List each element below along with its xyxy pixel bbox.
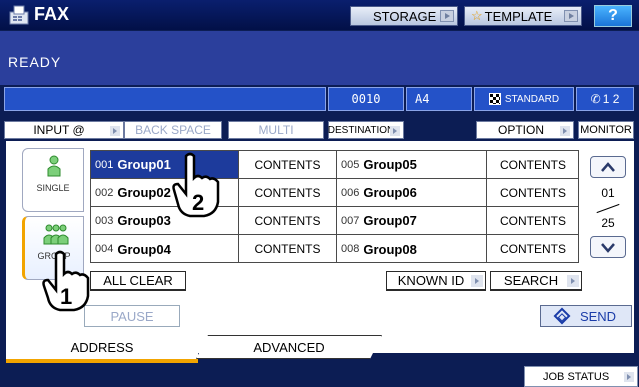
chevron-right-icon [471,275,483,287]
group-name: Group02 [117,185,171,200]
option-label: OPTION [497,123,544,137]
step-1-label: 1 [60,284,72,309]
fax-icon [9,5,29,25]
chevron-right-icon [564,10,578,22]
pointing-hand-icon: 1 [42,250,90,312]
status-area [0,31,639,85]
chevron-down-icon [601,243,615,253]
chevron-right-icon [390,126,400,136]
tab-single-label: SINGLE [36,183,70,193]
resolution-display: STANDARD [474,87,574,111]
tab-advanced[interactable]: ADVANCED [196,335,382,359]
group-name: Group07 [363,213,417,228]
table-row: 001 Group01 CONTENTS 005 Group05 CONTENT… [91,151,579,179]
contents-button[interactable]: CONTENTS [487,207,579,235]
search-button[interactable]: SEARCH [490,271,582,291]
group-list: 001 Group01 CONTENTS 005 Group05 CONTENT… [90,150,579,263]
person-icon [47,155,61,177]
scroll-down-button[interactable] [590,236,626,258]
pointing-hand-icon: 2 [172,152,220,218]
line-indicator: ✆ 1 2 [576,87,634,111]
destination-label: DESTINATION [327,124,395,136]
chevron-right-icon [110,126,120,136]
destination-display [4,87,326,111]
group-number: 006 [341,186,360,199]
chevron-right-icon [624,372,634,382]
pager: 01 25 [590,150,628,263]
input-label: INPUT @ [33,123,85,137]
contents-button[interactable]: CONTENTS [239,151,337,179]
group-name: Group05 [363,157,417,172]
table-row: 003 Group03 CONTENTS 007 Group07 CONTENT… [91,207,579,235]
chevron-up-icon [601,162,615,172]
page-divider [596,203,620,214]
destination-button[interactable]: DESTINATION [328,121,404,139]
option-button[interactable]: OPTION [476,121,574,139]
group-number: 008 [341,243,360,255]
star-icon: ☆ [471,8,483,23]
storage-label: STORAGE [373,8,437,24]
group-entry[interactable]: 007 Group07 [337,207,487,235]
search-label: SEARCH [503,273,559,288]
group-name: Group03 [117,213,171,228]
contents-button[interactable]: CONTENTS [239,179,337,207]
multi-button[interactable]: MULTI [228,121,324,139]
template-button[interactable]: ☆ TEMPLATE [464,6,582,26]
scroll-up-button[interactable] [590,156,626,178]
group-name: Group01 [117,157,171,172]
pause-button[interactable]: PAUSE [84,305,180,327]
group-name: Group04 [117,241,171,257]
chevron-right-icon [440,10,454,22]
group-entry[interactable]: 008 Group08 [337,235,487,263]
job-status-button[interactable]: JOB STATUS [524,366,638,387]
help-button[interactable]: ? [594,5,632,27]
line-numbers: 1 2 [602,92,620,106]
send-label: SEND [579,308,617,324]
group-number: 007 [341,214,360,227]
contents-button[interactable]: CONTENTS [487,151,579,179]
group-name: Group06 [363,185,417,200]
group-number: 001 [95,158,114,171]
group-number: 003 [95,214,114,227]
resolution-label: STANDARD [504,93,560,105]
chevron-right-icon [567,275,579,287]
status-text: READY [8,54,62,70]
step-2-label: 2 [192,190,204,215]
known-id-label: KNOWN ID [397,273,465,288]
monitor-button[interactable]: MONITOR [578,121,634,139]
contents-button[interactable]: CONTENTS [239,207,337,235]
group-entry[interactable]: 004 Group04 [91,235,239,263]
send-button[interactable]: SEND [540,305,632,327]
job-status-label: JOB STATUS [543,370,610,383]
group-icon [43,224,69,245]
current-page: 01 [601,186,615,200]
contents-button[interactable]: CONTENTS [487,235,579,263]
phone-line-icon: ✆ [590,92,601,106]
table-row: 004 Group04 CONTENTS 008 Group08 CONTENT… [91,235,578,263]
template-label: TEMPLATE [484,8,553,24]
known-id-button[interactable]: KNOWN ID [386,271,486,291]
group-entry[interactable]: 005 Group05 [337,151,487,179]
group-number: 002 [95,186,114,199]
send-icon [553,307,571,325]
tab-single[interactable]: SINGLE [22,148,84,212]
group-number: 004 [95,243,114,255]
table-row: 002 Group02 CONTENTS 006 Group06 CONTENT… [91,179,579,207]
all-clear-button[interactable]: ALL CLEAR [90,271,186,291]
storage-button[interactable]: STORAGE [350,6,458,26]
page-title: FAX [34,4,70,24]
back-space-button[interactable]: BACK SPACE [124,121,222,139]
group-number: 005 [341,158,360,171]
destination-count: 0010 [328,87,404,111]
resolution-icon [488,93,501,105]
group-entry[interactable]: 006 Group06 [337,179,487,207]
input-button[interactable]: INPUT @ [4,121,124,139]
paper-size: A4 [406,87,472,111]
total-pages: 25 [601,216,615,230]
chevron-right-icon [560,126,570,136]
contents-button[interactable]: CONTENTS [487,179,579,207]
group-name: Group08 [363,241,417,257]
tab-address[interactable]: ADDRESS [6,335,198,363]
contents-button[interactable]: CONTENTS [239,235,337,263]
